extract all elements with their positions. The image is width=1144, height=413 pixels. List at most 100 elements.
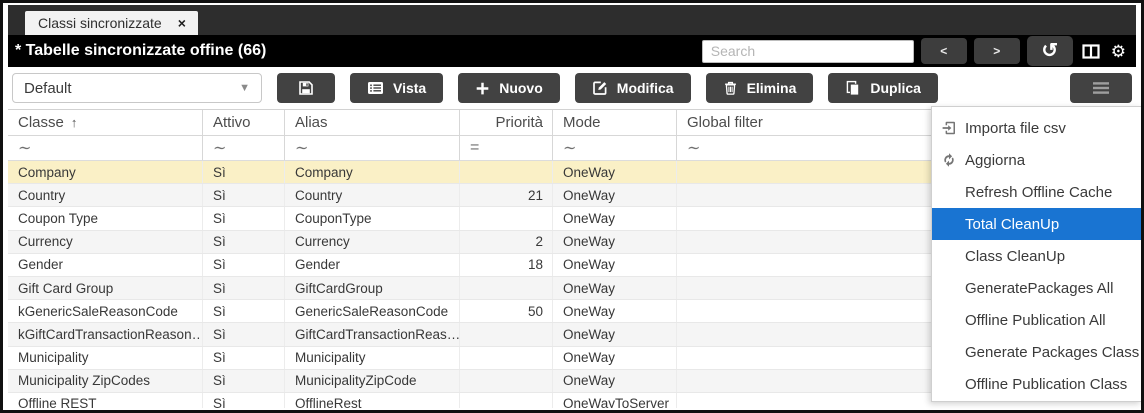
columns-button[interactable] [1080,44,1102,59]
filter-operator-icon: ∼ [213,138,226,158]
column-label: Global filter [687,114,763,131]
cell-mode: OneWay [553,277,677,299]
sort-ascending-icon: ↑ [71,115,78,130]
cell-attivo: Sì [203,393,285,408]
close-icon[interactable]: × [178,16,186,30]
menu-item-generatepackages-all[interactable]: GeneratePackages All [932,272,1141,304]
menu-item-offline-publication-all[interactable]: Offline Publication All [932,304,1141,336]
nuovo-button[interactable]: Nuovo [458,73,560,103]
cell-classe: Municipality [8,347,203,369]
next-button[interactable]: > [974,38,1020,64]
cell-priorita: 50 [460,300,553,322]
cell-mode: OneWay [553,370,677,392]
cell-mode: OneWay [553,300,677,322]
menu-item-refresh-offline-cache[interactable]: Refresh Offline Cache [932,176,1141,208]
view-select[interactable]: Default ▼ [12,73,262,103]
save-button[interactable] [277,73,335,103]
filter-cell-mode[interactable]: ∼ [553,136,677,160]
cell-alias: Gender [285,254,460,276]
cell-mode: OneWay [553,347,677,369]
cell-alias: MunicipalityZipCode [285,370,460,392]
page-title: * Tabelle sincronizzate offine (66) [15,42,266,60]
vista-label: Vista [393,80,426,96]
cell-classe: Company [8,161,203,183]
filter-cell-priorita[interactable]: = [460,136,553,160]
cell-attivo: Sì [203,347,285,369]
duplica-button[interactable]: Duplica [828,73,938,103]
view-select-value: Default [24,80,72,97]
cell-mode: OneWay [553,231,677,253]
cell-alias: Country [285,184,460,206]
cell-attivo: Sì [203,277,285,299]
cell-priorita: 2 [460,231,553,253]
cell-mode: OneWay [553,184,677,206]
cell-classe: Coupon Type [8,207,203,229]
cell-attivo: Sì [203,161,285,183]
settings-button[interactable]: ⚙ [1109,43,1128,60]
toolbar: Default ▼ [8,67,1136,109]
menu-item-importa-file-csv[interactable]: Importa file csv [932,112,1141,144]
menu-item-aggiorna[interactable]: Aggiorna [932,144,1141,176]
cell-priorita [460,323,553,345]
cell-priorita [460,347,553,369]
column-label: Priorità [495,114,543,131]
chevron-down-icon: ▼ [239,82,250,94]
cell-alias: CouponType [285,207,460,229]
more-actions-menu-button[interactable] [1070,73,1132,103]
column-header-classe[interactable]: Classe↑ [8,110,203,135]
import-csv-icon [941,120,957,136]
title-bar: * Tabelle sincronizzate offine (66) < > … [8,35,1136,67]
filter-cell-classe[interactable]: ∼ [8,136,203,160]
cell-classe: Gender [8,254,203,276]
column-header-mode[interactable]: Mode [553,110,677,135]
menu-item-class-cleanup[interactable]: Class CleanUp [932,240,1141,272]
prev-button[interactable]: < [921,38,967,64]
copy-icon [845,80,861,96]
tab-classi-sincronizzate[interactable]: Classi sincronizzate × [25,11,198,35]
cell-priorita [460,277,553,299]
vista-button[interactable]: Vista [350,73,443,103]
cell-attivo: Sì [203,231,285,253]
search-input[interactable] [702,40,914,63]
menu-item-total-cleanup[interactable]: Total CleanUp [932,208,1141,240]
hamburger-icon [1091,81,1111,95]
menu-item-label: Class CleanUp [965,248,1065,265]
menu-item-generate-packages-class[interactable]: Generate Packages Class [932,336,1141,368]
cell-classe: Gift Card Group [8,277,203,299]
tab-label: Classi sincronizzate [38,15,162,31]
cell-classe: Country [8,184,203,206]
cell-alias: Company [285,161,460,183]
elimina-button[interactable]: Elimina [706,73,814,103]
modifica-button[interactable]: Modifica [575,73,691,103]
column-label: Mode [563,114,601,131]
cell-priorita [460,207,553,229]
cell-classe: Offline REST [8,393,203,408]
refresh-icon [941,152,957,168]
cell-alias: OfflineRest [285,393,460,408]
modifica-label: Modifica [617,80,674,96]
cell-classe: Currency [8,231,203,253]
cell-alias: GiftCardTransactionReas… [285,323,460,345]
filter-operator-icon: = [470,139,479,157]
column-header-alias[interactable]: Alias [285,110,460,135]
column-header-priorita[interactable]: Priorità [460,110,553,135]
tab-strip: Classi sincronizzate × [8,5,1136,35]
reset-refresh-button[interactable]: ↺ [1027,36,1073,66]
menu-item-label: Generate Packages Class [965,344,1139,361]
gear-icon: ⚙ [1111,42,1126,61]
cell-mode: OneWay [553,323,677,345]
filter-operator-icon: ∼ [687,138,700,158]
filter-cell-attivo[interactable]: ∼ [203,136,285,160]
cell-classe: Municipality ZipCodes [8,370,203,392]
cell-alias: Municipality [285,347,460,369]
column-header-attivo[interactable]: Attivo [203,110,285,135]
menu-item-offline-publication-class[interactable]: Offline Publication Class [932,368,1141,400]
cell-classe: kGiftCardTransactionReason… [8,323,203,345]
cell-alias: Currency [285,231,460,253]
cell-mode: OneWay [553,254,677,276]
cell-attivo: Sì [203,323,285,345]
window-frame: Classi sincronizzate × * Tabelle sincron… [0,0,1144,413]
edit-icon [592,80,608,96]
undo-icon: ↺ [1041,40,1058,62]
filter-cell-alias[interactable]: ∼ [285,136,460,160]
